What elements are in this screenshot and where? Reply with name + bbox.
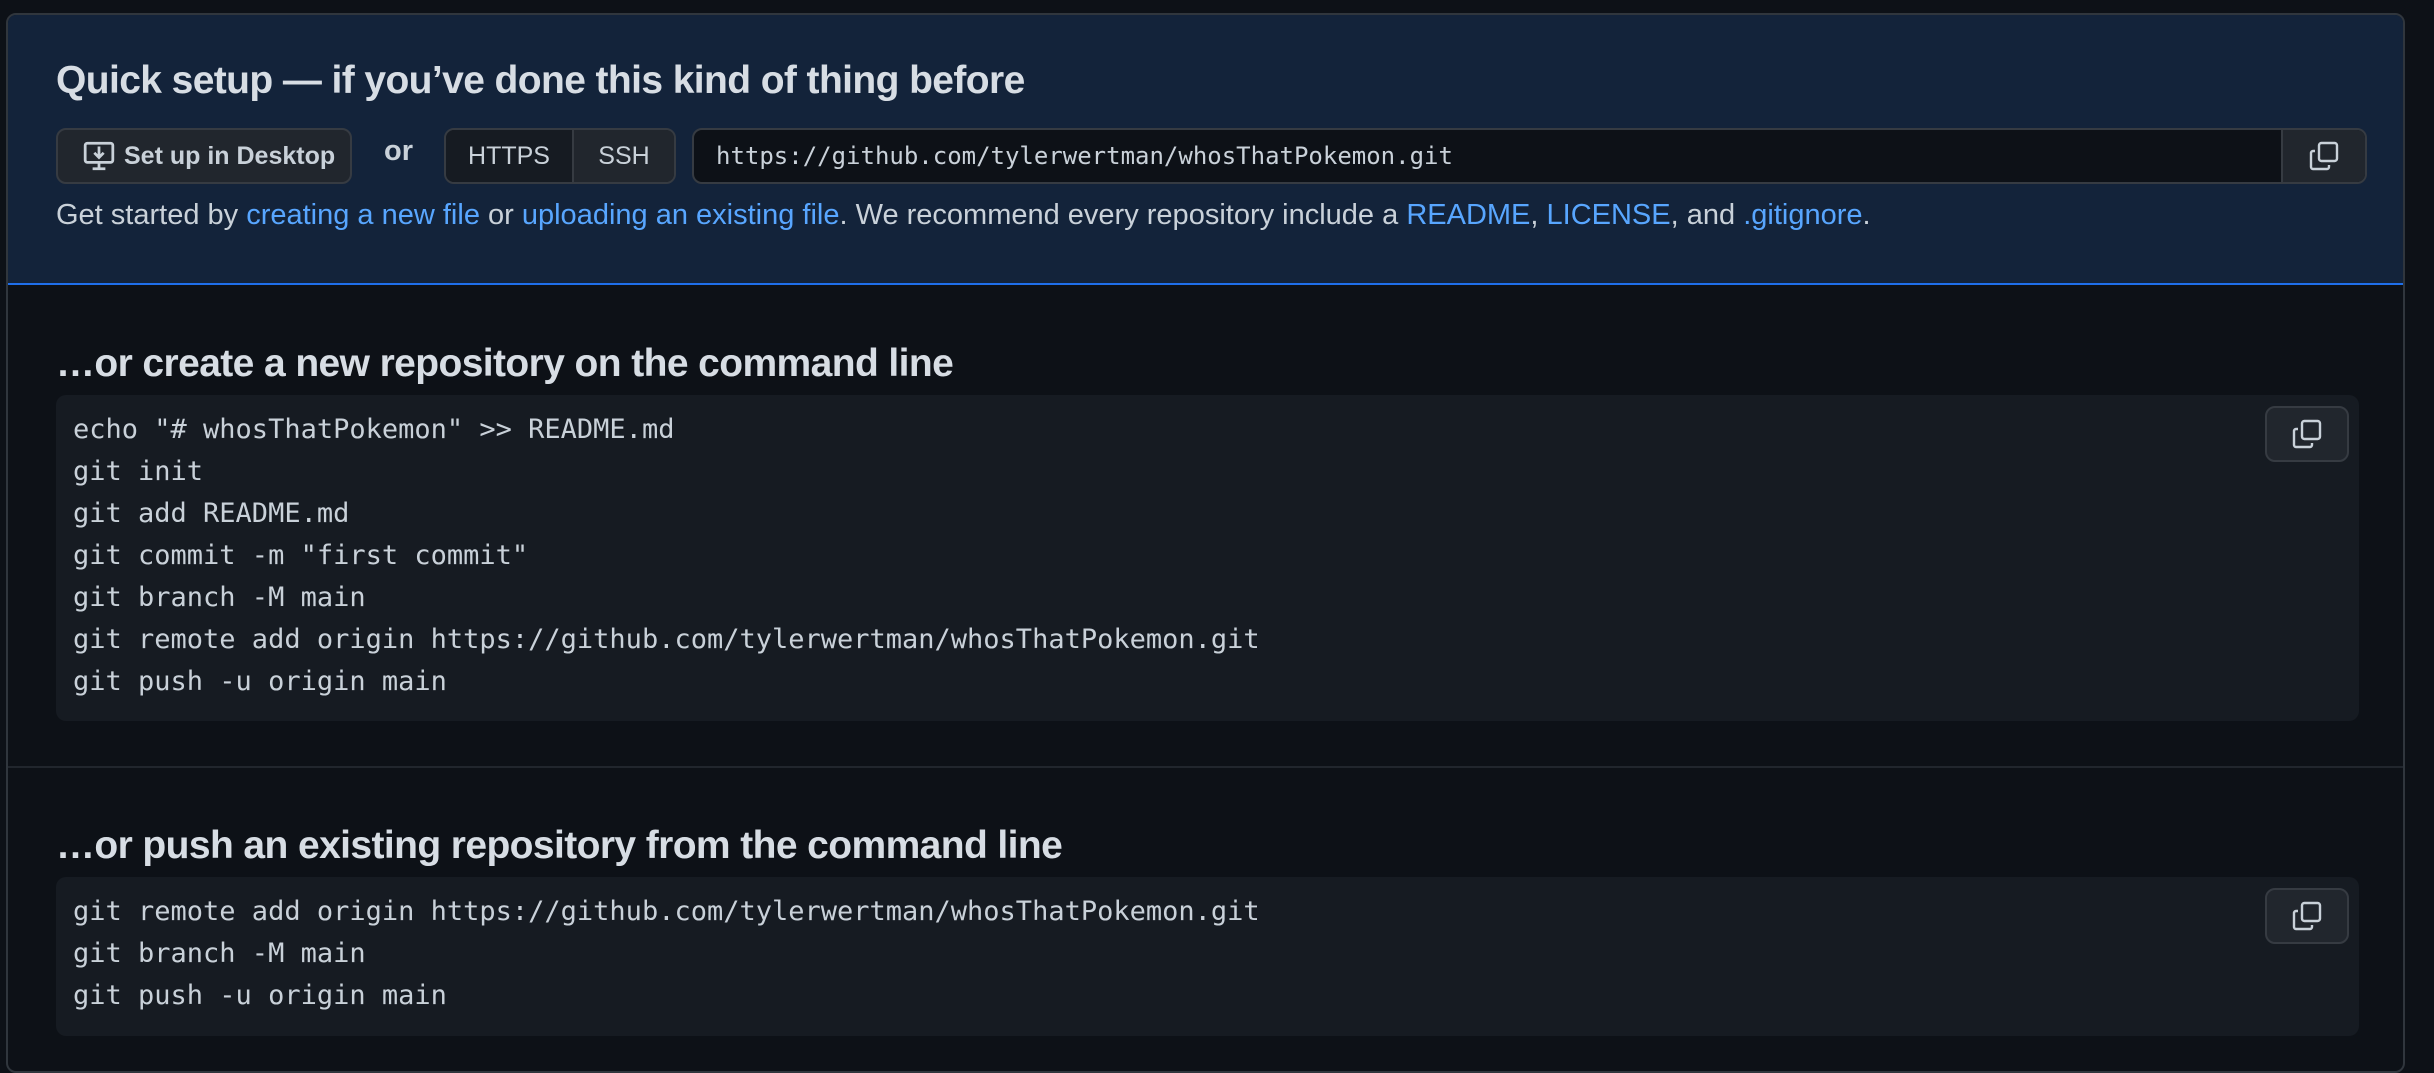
get-started-text: Get started by creating a new file or up… [56, 199, 1871, 232]
push-repo-title: …or push an existing repository from the… [56, 824, 1063, 867]
protocol-ssh-button[interactable]: SSH [574, 130, 674, 182]
section-divider [8, 766, 2403, 768]
protocol-https-button[interactable]: HTTPS [446, 130, 574, 182]
clone-url-input[interactable] [694, 130, 2280, 182]
readme-link[interactable]: README [1406, 199, 1530, 231]
push-repo-code: git remote add origin https://github.com… [73, 896, 1260, 1011]
copy-push-commands-button[interactable] [2265, 888, 2349, 944]
copy-create-commands-button[interactable] [2265, 406, 2349, 462]
get-started-sep2: , and [1670, 199, 1744, 231]
license-link[interactable]: LICENSE [1547, 199, 1671, 231]
get-started-sep1: , [1530, 199, 1547, 231]
copy-icon [2309, 141, 2339, 171]
quick-setup-title: Quick setup — if you’ve done this kind o… [56, 59, 1025, 102]
copy-icon [2292, 419, 2322, 449]
clone-url-field [692, 128, 2367, 184]
get-started-suffix: . [1862, 199, 1871, 231]
setup-desktop-button[interactable]: Set up in Desktop [56, 128, 352, 184]
get-started-mid1: or [479, 199, 522, 231]
or-separator: or [384, 135, 413, 167]
protocol-toggle: HTTPS SSH [444, 128, 676, 184]
repo-setup-panel: Quick setup — if you’ve done this kind o… [6, 13, 2405, 1073]
upload-file-link[interactable]: uploading an existing file [522, 199, 840, 231]
create-repo-code: echo "# whosThatPokemon" >> README.md gi… [73, 414, 1260, 697]
desktop-download-icon [83, 141, 115, 171]
create-repo-title: …or create a new repository on the comma… [56, 342, 954, 385]
create-repo-code-block: echo "# whosThatPokemon" >> README.md gi… [56, 395, 2359, 721]
get-started-prefix: Get started by [56, 199, 247, 231]
copy-url-button[interactable] [2281, 130, 2365, 182]
gitignore-link[interactable]: .gitignore [1743, 199, 1862, 231]
push-repo-code-block: git remote add origin https://github.com… [56, 877, 2359, 1036]
get-started-mid2: . We recommend every repository include … [839, 199, 1407, 231]
create-new-file-link[interactable]: creating a new file [246, 199, 480, 231]
quick-setup-section: Quick setup — if you’ve done this kind o… [8, 15, 2403, 285]
setup-desktop-label: Set up in Desktop [124, 141, 336, 170]
copy-icon [2292, 901, 2322, 931]
